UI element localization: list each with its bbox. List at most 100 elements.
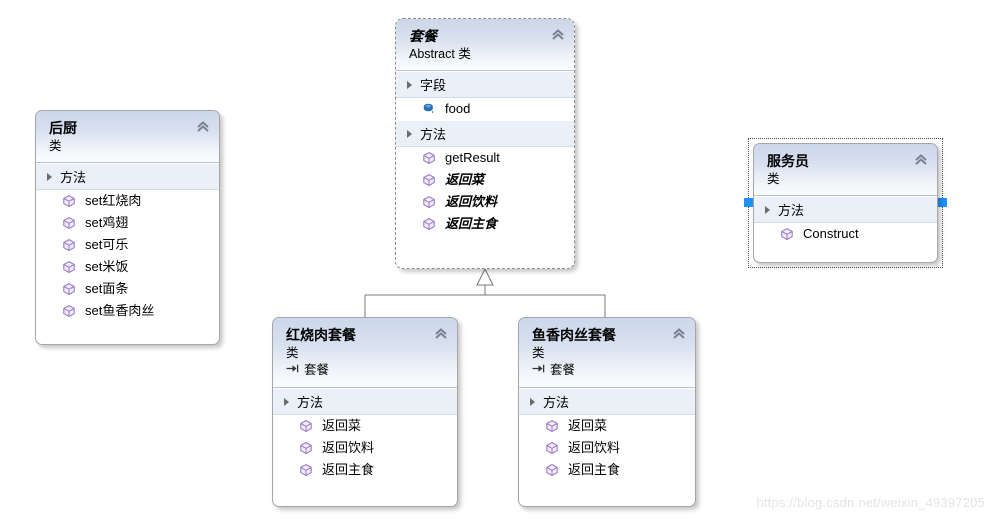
method-icon <box>62 194 76 208</box>
section-label: 方法 <box>543 395 570 410</box>
class-name-kitchen: 后厨 <box>49 120 77 136</box>
member-row[interactable]: 返回主食 <box>273 459 457 481</box>
section-label: 方法 <box>297 395 324 410</box>
method-icon <box>422 151 436 165</box>
method-icon <box>62 304 76 318</box>
member-row[interactable]: set可乐 <box>36 234 219 256</box>
expand-triangle-icon[interactable] <box>284 397 289 406</box>
field-icon <box>422 102 436 116</box>
class-header-kitchen[interactable]: 后厨 类 <box>36 111 219 163</box>
class-kind-fish-pork-meal: 类 <box>532 346 545 360</box>
member-row[interactable]: set鱼香肉丝 <box>36 300 219 322</box>
member-row[interactable]: set鸡翅 <box>36 212 219 234</box>
class-header-meal[interactable]: 套餐 Abstract 类 <box>396 19 574 71</box>
base-class-label: 套餐 <box>304 363 330 377</box>
method-icon <box>422 195 436 209</box>
member-label: set鱼香肉丝 <box>85 303 155 318</box>
member-row[interactable]: 返回菜 <box>273 415 457 437</box>
class-name-fish-pork-meal: 鱼香肉丝套餐 <box>532 327 616 343</box>
inheritance-arrowhead <box>476 267 494 286</box>
member-row[interactable]: set米饭 <box>36 256 219 278</box>
class-base-fish-pork-meal: 套餐 <box>532 362 685 379</box>
resize-handle-left[interactable] <box>744 198 753 207</box>
member-row[interactable]: 返回菜 <box>396 169 574 191</box>
member-label: 返回饮料 <box>568 440 621 455</box>
method-icon <box>299 419 313 433</box>
member-label: set鸡翅 <box>85 215 129 230</box>
section-header-methods-kitchen[interactable]: 方法 <box>36 163 219 190</box>
watermark-text: https://blog.csdn.net/weixin_49397205 <box>756 495 985 510</box>
member-label: 返回主食 <box>322 462 375 477</box>
class-header-fish-pork-meal[interactable]: 鱼香肉丝套餐 类 套餐 <box>519 318 695 388</box>
member-label: 返回菜 <box>322 418 362 433</box>
member-row[interactable]: set红烧肉 <box>36 190 219 212</box>
method-icon <box>422 173 436 187</box>
member-row[interactable]: getResult <box>396 147 574 169</box>
member-row[interactable]: food <box>396 98 574 120</box>
member-label: set面条 <box>85 281 129 296</box>
member-label: Construct <box>803 226 859 241</box>
collapse-chevron-icon[interactable] <box>196 120 210 134</box>
member-row[interactable]: 返回主食 <box>396 213 574 235</box>
method-icon <box>545 441 559 455</box>
member-label: 返回主食 <box>568 462 621 477</box>
section-header-fields-meal[interactable]: 字段 <box>396 71 574 98</box>
class-kind-kitchen: 类 <box>49 139 62 153</box>
member-row[interactable]: 返回菜 <box>519 415 695 437</box>
expand-triangle-icon[interactable] <box>530 397 535 406</box>
member-row[interactable]: 返回主食 <box>519 459 695 481</box>
class-shape-braised-pork-meal[interactable]: 红烧肉套餐 类 套餐 方法 返回菜 返回饮料 返回主食 <box>272 317 458 507</box>
inheritance-arrow-icon <box>532 362 545 379</box>
class-shape-waiter[interactable]: 服务员 类 方法 Construct <box>753 143 938 263</box>
member-row[interactable]: set面条 <box>36 278 219 300</box>
section-label: 方法 <box>420 127 447 142</box>
diagram-canvas[interactable]: 后厨 类 方法 set红烧肉 set鸡翅 set可乐 set米饭 set面条 s… <box>0 0 993 519</box>
base-class-label: 套餐 <box>550 363 576 377</box>
collapse-chevron-icon[interactable] <box>914 153 928 167</box>
member-row[interactable]: Construct <box>754 223 937 245</box>
class-header-waiter[interactable]: 服务员 类 <box>754 144 937 196</box>
class-header-braised-pork-meal[interactable]: 红烧肉套餐 类 套餐 <box>273 318 457 388</box>
class-kind-braised-pork-meal: 类 <box>286 346 299 360</box>
class-name-waiter: 服务员 <box>767 153 809 169</box>
section-header-methods-meal[interactable]: 方法 <box>396 120 574 147</box>
member-label: 返回主食 <box>445 216 498 231</box>
section-label: 字段 <box>420 78 447 93</box>
method-icon <box>62 238 76 252</box>
expand-triangle-icon[interactable] <box>407 129 412 138</box>
class-kind-waiter: 类 <box>767 172 780 186</box>
selection-frame-waiter[interactable]: 服务员 类 方法 Construct <box>744 138 947 268</box>
resize-handle-right[interactable] <box>938 198 947 207</box>
method-icon <box>780 227 794 241</box>
member-label: set红烧肉 <box>85 193 142 208</box>
expand-triangle-icon[interactable] <box>765 205 770 214</box>
member-label: set米饭 <box>85 259 129 274</box>
member-label: set可乐 <box>85 237 129 252</box>
member-label: 返回菜 <box>445 172 485 187</box>
collapse-chevron-icon[interactable] <box>434 327 448 341</box>
method-icon <box>62 282 76 296</box>
collapse-chevron-icon[interactable] <box>672 327 686 341</box>
class-name-meal: 套餐 <box>409 28 437 44</box>
class-shape-meal[interactable]: 套餐 Abstract 类 字段 food 方法 getResult 返回菜 返… <box>395 18 575 269</box>
section-header-methods-braised-pork-meal[interactable]: 方法 <box>273 388 457 415</box>
class-shape-fish-pork-meal[interactable]: 鱼香肉丝套餐 类 套餐 方法 返回菜 返回饮料 返回主食 <box>518 317 696 507</box>
member-label: food <box>445 101 471 116</box>
expand-triangle-icon[interactable] <box>47 172 52 181</box>
class-shape-kitchen[interactable]: 后厨 类 方法 set红烧肉 set鸡翅 set可乐 set米饭 set面条 s… <box>35 110 220 345</box>
method-icon <box>62 216 76 230</box>
member-row[interactable]: 返回饮料 <box>396 191 574 213</box>
collapse-chevron-icon[interactable] <box>551 28 565 42</box>
expand-triangle-icon[interactable] <box>407 80 412 89</box>
member-label: 返回饮料 <box>322 440 375 455</box>
method-icon <box>545 419 559 433</box>
section-label: 方法 <box>778 203 805 218</box>
member-label: 返回饮料 <box>445 194 498 209</box>
member-row[interactable]: 返回饮料 <box>519 437 695 459</box>
class-base-braised-pork-meal: 套餐 <box>286 362 447 379</box>
member-row[interactable]: 返回饮料 <box>273 437 457 459</box>
section-header-methods-fish-pork-meal[interactable]: 方法 <box>519 388 695 415</box>
class-kind-meal: Abstract 类 <box>409 47 471 61</box>
section-header-methods-waiter[interactable]: 方法 <box>754 196 937 223</box>
section-label: 方法 <box>60 170 87 185</box>
